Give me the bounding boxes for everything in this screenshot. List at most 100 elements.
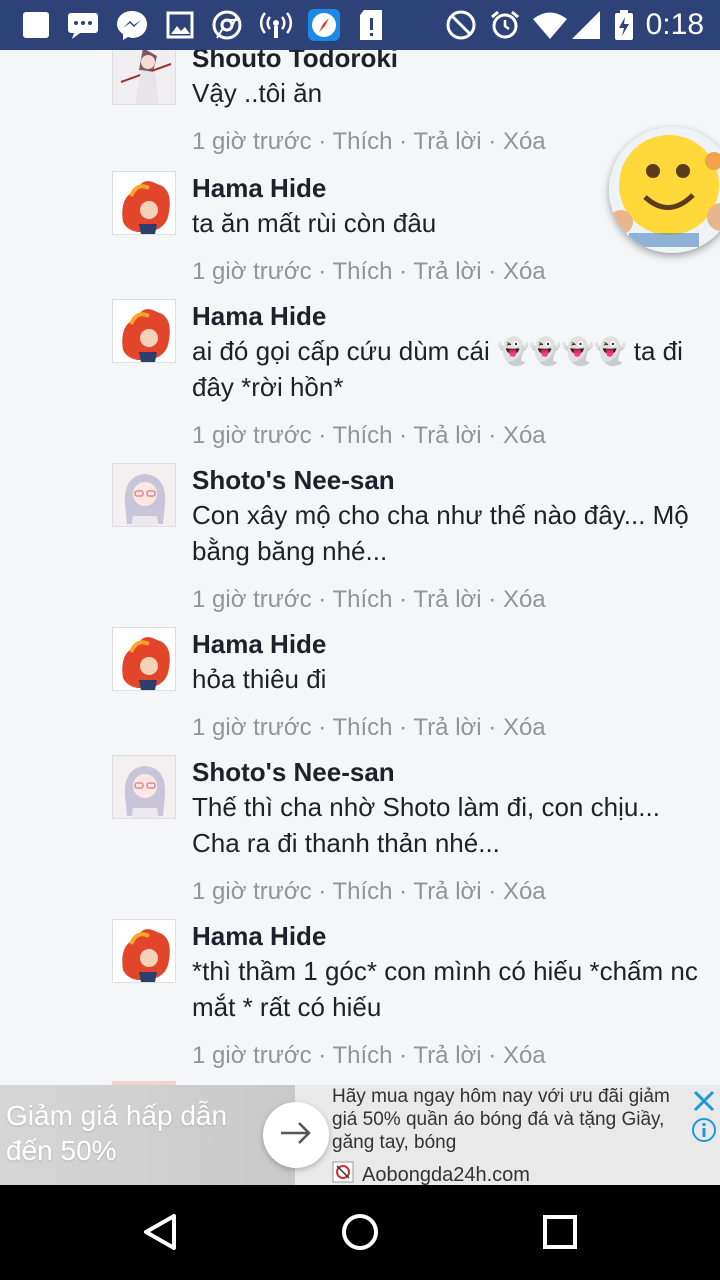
comment-text: Vậy ..tôi ăn	[192, 78, 323, 108]
comment-time[interactable]: 1 giờ trước	[192, 586, 312, 613]
reply-link[interactable]: Trả lời	[413, 714, 481, 741]
separator: ·	[392, 258, 414, 285]
separator: ·	[311, 128, 333, 155]
recents-square-icon	[540, 1212, 580, 1257]
separator: ·	[311, 1042, 333, 1069]
avatar[interactable]	[112, 50, 176, 105]
delete-link[interactable]: Xóa	[503, 128, 546, 155]
close-icon	[692, 1089, 716, 1118]
recents-button[interactable]	[538, 1212, 582, 1256]
separator: ·	[392, 714, 414, 741]
ad-site-name: Aobongda24h.com	[362, 1163, 530, 1186]
delete-link[interactable]: Xóa	[503, 714, 546, 741]
compass-app-icon	[306, 9, 342, 41]
like-link[interactable]: Thích	[332, 258, 392, 285]
comment-author[interactable]: Hama Hide	[192, 299, 712, 333]
comment-author[interactable]: Shoto's Nee-san	[192, 755, 712, 789]
delete-link[interactable]: Xóa	[503, 1042, 546, 1069]
avatar[interactable]	[112, 299, 176, 363]
separator: ·	[481, 714, 503, 741]
delete-link[interactable]: Xóa	[503, 586, 546, 613]
arrow-right-icon	[279, 1121, 313, 1150]
home-circle-icon	[340, 1212, 380, 1257]
comment-time[interactable]: 1 giờ trước	[192, 128, 312, 155]
delete-link[interactable]: Xóa	[503, 878, 546, 905]
chat-bubbles-icon	[66, 9, 102, 41]
avatar[interactable]	[112, 755, 176, 819]
separator: ·	[311, 422, 333, 449]
separator: ·	[311, 258, 333, 285]
comment-time[interactable]: 1 giờ trước	[192, 878, 312, 905]
status-bar: 0:18	[0, 0, 720, 50]
app-square-icon	[20, 9, 52, 41]
comment-text: hỏa thiêu đi	[192, 664, 327, 694]
comment-text: ai đó gọi cấp cứu dùm cái 👻👻👻👻 ta đi đây…	[192, 336, 683, 402]
comment-time[interactable]: 1 giờ trước	[192, 422, 312, 449]
like-link[interactable]: Thích	[332, 714, 392, 741]
like-link[interactable]: Thích	[332, 1042, 392, 1069]
back-button[interactable]	[138, 1212, 182, 1256]
separator: ·	[311, 878, 333, 905]
ad-site[interactable]: Aobongda24h.com	[332, 1161, 530, 1185]
comment-actions: 1 giờ trước · Thích · Trả lời · Xóa	[192, 421, 712, 451]
separator: ·	[481, 586, 503, 613]
avatar[interactable]	[112, 627, 176, 691]
ad-arrow-button[interactable]	[263, 1102, 329, 1168]
like-link[interactable]: Thích	[332, 878, 392, 905]
separator: ·	[392, 128, 414, 155]
delete-link[interactable]: Xóa	[503, 258, 546, 285]
reply-link[interactable]: Trả lời	[413, 128, 481, 155]
reply-link[interactable]: Trả lời	[413, 422, 481, 449]
battery-charging-icon	[612, 9, 636, 41]
ad-info-button[interactable]	[689, 1117, 719, 1147]
reply-link[interactable]: Trả lời	[413, 586, 481, 613]
sd-card-alert-icon	[356, 9, 386, 41]
like-link[interactable]: Thích	[332, 128, 392, 155]
separator: ·	[481, 258, 503, 285]
reply-link[interactable]: Trả lời	[413, 878, 481, 905]
ad-banner[interactable]: Giảm giá hấp dẫn đến 50% Hãy mua ngay hô…	[0, 1085, 720, 1185]
comment-author[interactable]: Shouto Todoroki	[192, 50, 712, 75]
wifi-icon	[532, 9, 568, 41]
separator: ·	[481, 878, 503, 905]
chrome-icon	[210, 9, 244, 41]
comment-time[interactable]: 1 giờ trước	[192, 714, 312, 741]
separator: ·	[392, 586, 414, 613]
reply-link[interactable]: Trả lời	[413, 258, 481, 285]
comment-time[interactable]: 1 giờ trước	[192, 1042, 312, 1069]
alarm-icon	[488, 9, 522, 41]
hotspot-icon	[258, 9, 294, 41]
like-link[interactable]: Thích	[332, 586, 392, 613]
separator: ·	[311, 586, 333, 613]
separator: ·	[392, 422, 414, 449]
ad-content[interactable]: Hãy mua ngay hôm nay với ưu đãi giảm giá…	[332, 1085, 687, 1185]
separator: ·	[481, 1042, 503, 1069]
comment-author[interactable]: Hama Hide	[192, 627, 712, 661]
avatar[interactable]	[112, 919, 176, 983]
comment-author[interactable]: Hama Hide	[192, 919, 712, 953]
gallery-icon	[164, 9, 196, 41]
comment-time[interactable]: 1 giờ trước	[192, 258, 312, 285]
back-triangle-icon	[140, 1212, 180, 1257]
separator: ·	[392, 1042, 414, 1069]
ad-close-button[interactable]	[689, 1088, 719, 1118]
comment-actions: 1 giờ trước · Thích · Trả lời · Xóa	[192, 1041, 712, 1071]
comment-text: *thì thầm 1 góc* con mình có hiếu *chấm …	[192, 956, 698, 1022]
ad-image[interactable]: Giảm giá hấp dẫn đến 50%	[0, 1085, 295, 1185]
avatar[interactable]	[112, 171, 176, 235]
comment-actions: 1 giờ trước · Thích · Trả lời · Xóa	[192, 877, 712, 907]
reply-link[interactable]: Trả lời	[413, 1042, 481, 1069]
like-link[interactable]: Thích	[332, 422, 392, 449]
delete-link[interactable]: Xóa	[503, 422, 546, 449]
signal-icon	[570, 9, 602, 41]
separator: ·	[481, 422, 503, 449]
separator: ·	[392, 878, 414, 905]
separator: ·	[481, 128, 503, 155]
status-time: 0:18	[645, 8, 704, 41]
comment-author[interactable]: Shoto's Nee-san	[192, 463, 712, 497]
messenger-icon	[114, 9, 150, 41]
site-logo-icon	[332, 1161, 354, 1185]
avatar[interactable]	[112, 463, 176, 527]
comment-text: Thế thì cha nhờ Shoto làm đi, con chịu..…	[192, 792, 660, 858]
home-button[interactable]	[338, 1212, 382, 1256]
